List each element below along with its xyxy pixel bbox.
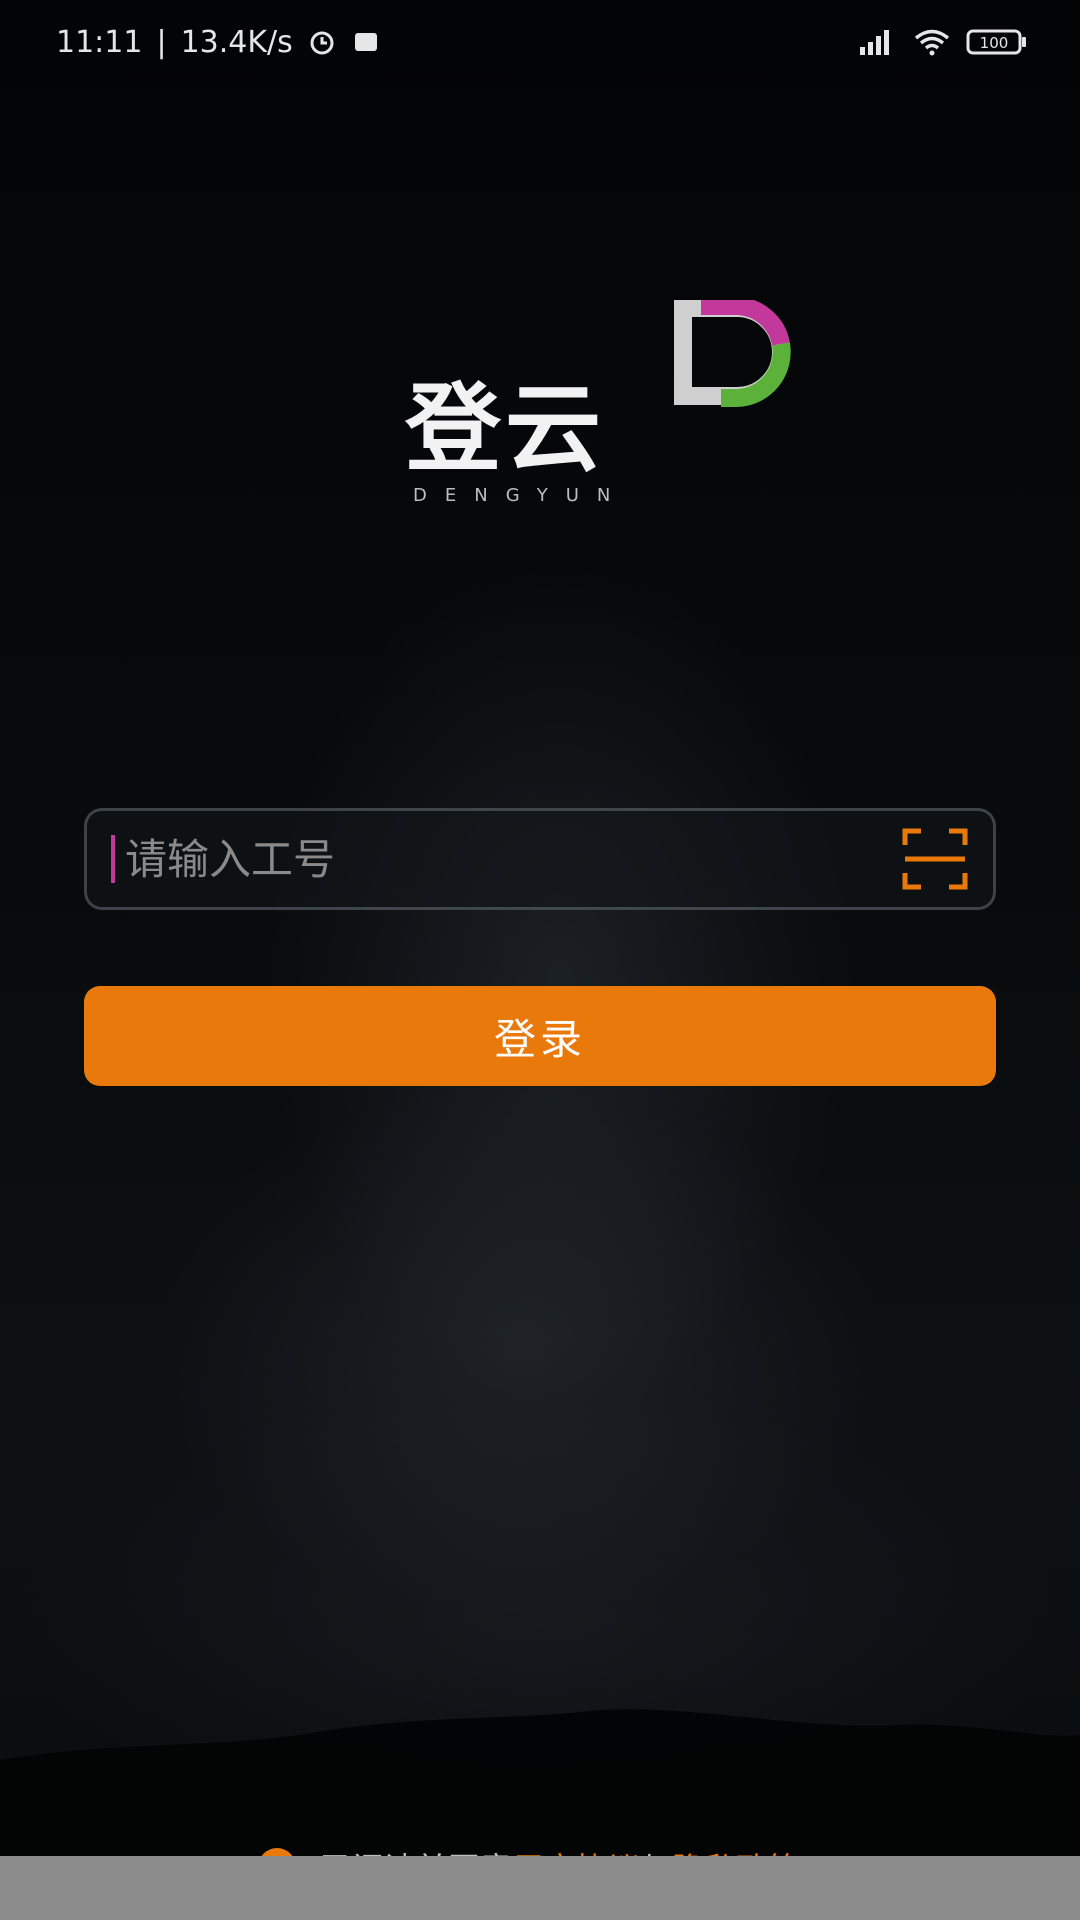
employee-id-field	[84, 808, 996, 910]
status-bar: 11:11 | 13.4K/s 100	[0, 0, 1080, 84]
status-right: 100	[858, 27, 1028, 57]
network-speed: 13.4K/s	[180, 24, 293, 60]
status-left: 11:11 | 13.4K/s	[56, 25, 381, 60]
app-logo: 登云 DENGYUN	[405, 300, 805, 515]
notification-icon	[351, 27, 381, 57]
signal-icon	[858, 27, 898, 57]
scan-icon	[902, 828, 968, 890]
employee-id-input[interactable]	[115, 811, 895, 907]
battery-icon: 100	[966, 27, 1028, 57]
login-button[interactable]: 登录	[84, 986, 996, 1086]
logo-d-mark-icon	[674, 300, 791, 407]
mountain-silhouette	[0, 1709, 1080, 1860]
logo-title: 登云	[405, 376, 605, 483]
background	[0, 0, 1080, 1920]
status-time: 11:11	[56, 24, 143, 60]
status-separator: |	[156, 24, 167, 60]
wifi-icon	[912, 27, 952, 57]
bottom-bar	[0, 1856, 1080, 1920]
alarm-icon	[307, 27, 337, 57]
battery-level: 100	[980, 34, 1009, 52]
scan-button[interactable]	[895, 819, 975, 899]
logo-subtitle: DENGYUN	[413, 485, 629, 506]
